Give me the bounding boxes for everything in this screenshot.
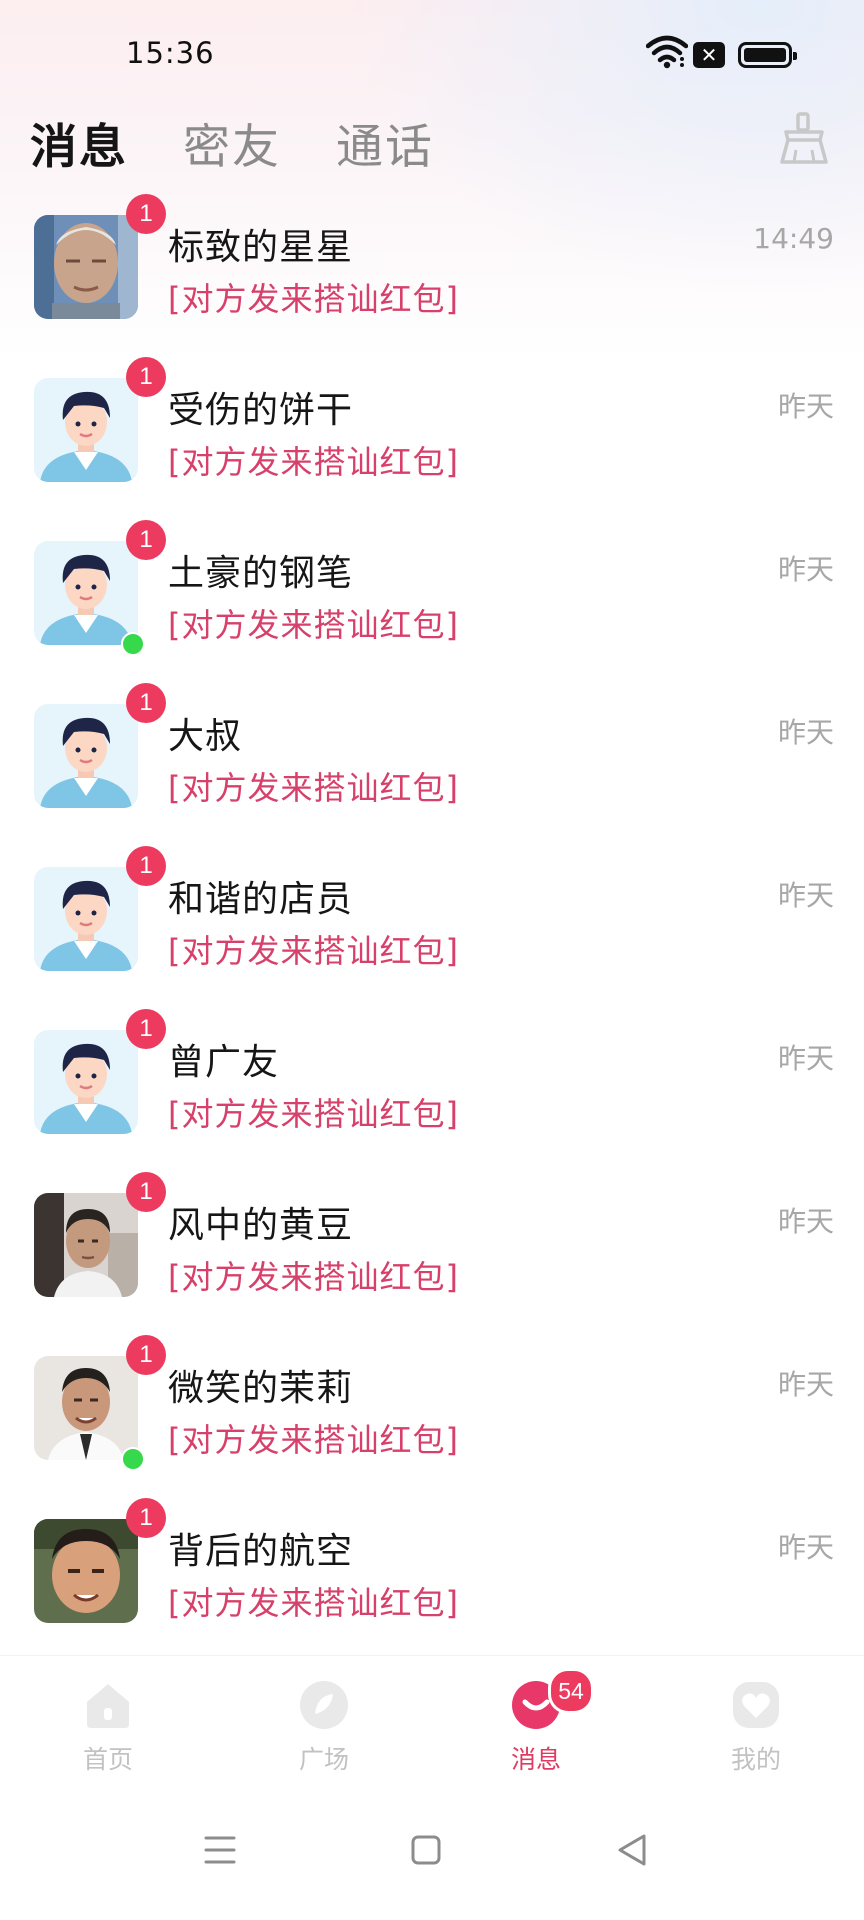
contact-name: 土豪的钢笔 [168,553,354,594]
unread-badge: 1 [126,1172,166,1212]
message-preview: [对方发来搭讪红包] [168,280,459,318]
unread-badge: 1 [126,846,166,886]
nav-label: 消息 [510,1745,561,1774]
unread-badge: 1 [126,520,166,560]
sim-off-icon: ✕ [693,42,725,68]
nav-profile[interactable]: 我的 [696,1678,816,1778]
avatar[interactable] [34,1519,138,1623]
contact-name: 背后的航空 [168,1531,354,1572]
message-time: 14:49 [753,222,834,255]
message-time: 昨天 [777,1368,834,1401]
list-item[interactable]: 1 和谐的店员 [对方发来搭讪红包] 昨天 [0,846,864,1023]
avatar[interactable] [34,541,138,645]
unread-badge: 1 [126,357,166,397]
list-item[interactable]: 1 大叔 [对方发来搭讪红包] 昨天 [0,683,864,860]
list-item[interactable]: 1 土豪的钢笔 [对方发来搭讪红包] 昨天 [0,520,864,697]
message-preview: [对方发来搭讪红包] [168,932,459,970]
message-time: 昨天 [777,716,834,749]
list-item[interactable]: 1 曾广友 [对方发来搭讪红包] 昨天 [0,1009,864,1186]
list-item[interactable]: 1 标致的星星 [对方发来搭讪红包] 14:49 [0,194,864,371]
avatar[interactable] [34,704,138,808]
contact-name: 风中的黄豆 [168,1205,354,1246]
message-preview: [对方发来搭讪红包] [168,606,459,644]
message-preview: [对方发来搭讪红包] [168,769,459,807]
back-triangle-icon[interactable] [602,1820,662,1880]
avatar[interactable] [34,1356,138,1460]
unread-badge: 1 [126,1498,166,1538]
bottom-nav: 首页 广场 54 消息 我的 [0,1655,864,1776]
message-preview: [对方发来搭讪红包] [168,1095,459,1133]
message-preview: [对方发来搭讪红包] [168,1258,459,1296]
message-time: 昨天 [777,390,834,423]
nav-unread-badge: 54 [548,1668,594,1714]
avatar[interactable] [34,378,138,482]
message-time: 昨天 [777,1205,834,1238]
unread-badge: 1 [126,1335,166,1375]
list-item[interactable]: 1 风中的黄豆 [对方发来搭讪红包] 昨天 [0,1172,864,1349]
system-navigation-bar [0,1800,864,1920]
tab-close-friends[interactable]: 密友 [183,108,281,177]
list-item[interactable]: 1 微笑的茉莉 [对方发来搭讪红包] 昨天 [0,1335,864,1512]
status-bar: 15:36 ✕ [0,0,864,110]
contact-name: 标致的星星 [168,227,354,268]
home-square-icon[interactable] [396,1820,456,1880]
message-preview: [对方发来搭讪红包] [168,443,459,481]
top-tabs: 消息 密友 通话 [0,108,864,178]
contact-name: 微笑的茉莉 [168,1368,354,1409]
tab-messages[interactable]: 消息 [30,108,128,177]
status-time: 15:36 [126,36,215,70]
unread-badge: 1 [126,683,166,723]
battery-icon [738,42,797,68]
nav-square[interactable]: 广场 [264,1678,384,1778]
unread-badge: 1 [126,194,166,234]
contact-name: 和谐的店员 [168,879,354,920]
online-status-dot [121,632,145,656]
list-item[interactable]: 1 背后的航空 [对方发来搭讪红包] 昨天 [0,1498,864,1675]
avatar[interactable] [34,1030,138,1134]
contact-name: 曾广友 [168,1042,280,1083]
nav-label: 首页 [82,1745,133,1774]
nav-home[interactable]: 首页 [48,1678,168,1778]
list-item[interactable]: 1 受伤的饼干 [对方发来搭讪红包] 昨天 [0,357,864,534]
home-icon [87,1684,129,1728]
nav-label: 广场 [298,1745,349,1774]
nav-label: 我的 [730,1745,781,1774]
message-time: 昨天 [777,1042,834,1075]
message-time: 昨天 [777,553,834,586]
broom-icon[interactable] [776,110,832,166]
avatar[interactable] [34,1193,138,1297]
nav-messages[interactable]: 54 消息 [476,1668,596,1778]
message-preview: [对方发来搭讪红包] [168,1584,459,1622]
contact-name: 受伤的饼干 [168,390,354,431]
message-preview: [对方发来搭讪红包] [168,1421,459,1459]
profile-heart-icon [733,1682,779,1728]
tab-calls[interactable]: 通话 [336,108,434,177]
message-time: 昨天 [777,879,834,912]
square-leaf-icon [300,1681,348,1729]
online-status-dot [121,1447,145,1471]
avatar[interactable] [34,215,138,319]
contact-name: 大叔 [168,716,243,757]
unread-badge: 1 [126,1009,166,1049]
menu-icon[interactable] [190,1820,250,1880]
avatar[interactable] [34,867,138,971]
wifi-icon [646,35,688,69]
message-time: 昨天 [777,1531,834,1564]
